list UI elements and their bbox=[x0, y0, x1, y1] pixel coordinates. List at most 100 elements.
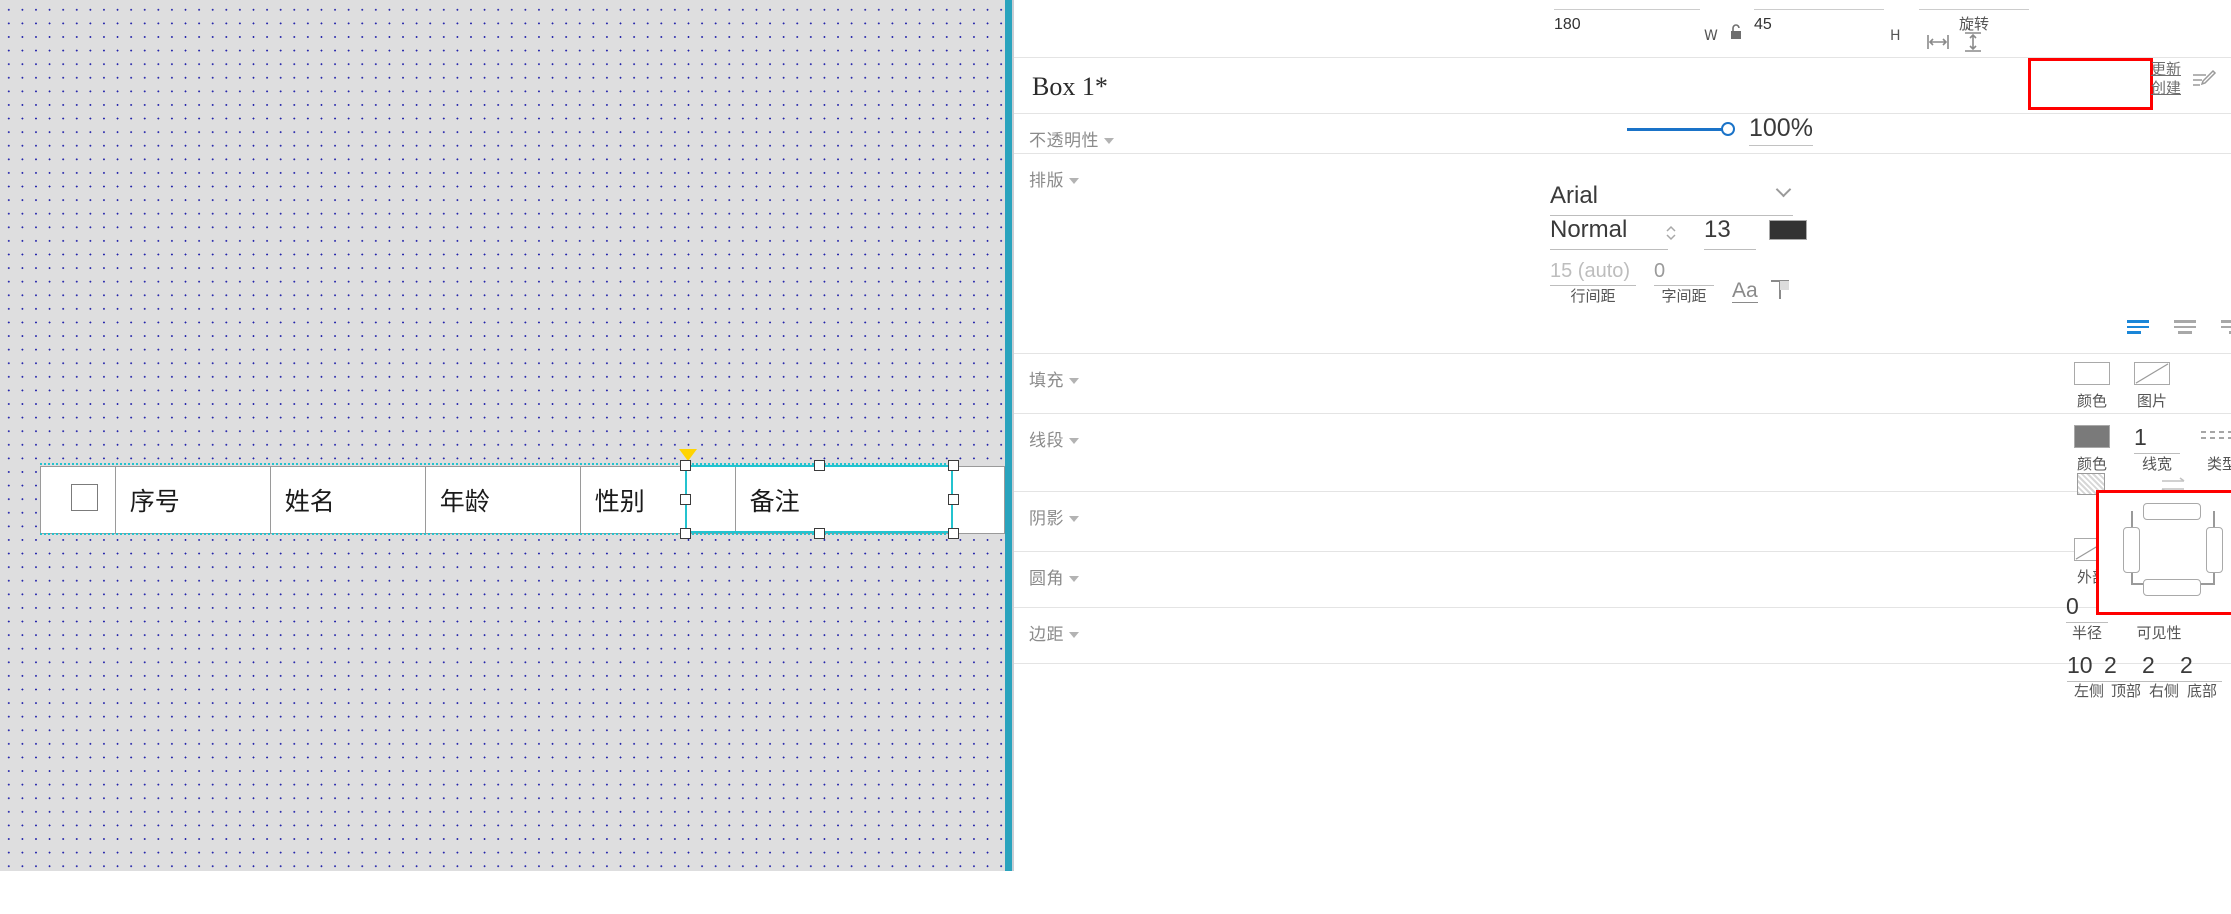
border-toggle-bottom[interactable] bbox=[2143, 579, 2201, 596]
size-row: 180 W 45 H 旋转 bbox=[1014, 0, 2231, 58]
resize-handle-n[interactable] bbox=[814, 460, 825, 471]
chevron-down-icon[interactable] bbox=[1069, 438, 1079, 444]
text-decoration-icon[interactable] bbox=[1769, 278, 1791, 307]
dashed-line-icon[interactable] bbox=[2200, 428, 2231, 449]
table-cell-remarks[interactable]: 备注 bbox=[735, 467, 1004, 534]
table-cell-age[interactable]: 年龄 bbox=[425, 466, 581, 534]
table-cell-index[interactable]: 序号 bbox=[115, 466, 271, 534]
text-case-icon[interactable]: Aa bbox=[1732, 280, 1758, 303]
edit-pencil-icon[interactable] bbox=[2191, 68, 2217, 99]
opacity-value[interactable]: 100% bbox=[1749, 114, 1813, 146]
radius-row: 圆角 bbox=[1014, 552, 2231, 608]
table-cell-gender[interactable]: 性别 bbox=[580, 466, 736, 534]
font-weight-select[interactable]: Normal bbox=[1550, 216, 1668, 250]
chevron-down-icon[interactable] bbox=[1069, 378, 1079, 384]
resize-handle-ne[interactable] bbox=[948, 460, 959, 471]
title-row: Box 1* bbox=[1014, 58, 2231, 114]
panel-empty-space bbox=[1014, 664, 2231, 914]
line-section-label[interactable]: 线段 bbox=[1029, 426, 1079, 451]
width-unit-label: W bbox=[1704, 28, 1718, 44]
flip-horizontal-icon[interactable] bbox=[1926, 33, 1950, 56]
design-canvas[interactable]: 序号 姓名 年龄 性别 备注 bbox=[0, 0, 1005, 871]
data-table[interactable]: 序号 姓名 年龄 性别 备注 bbox=[40, 466, 1005, 534]
chevron-down-icon[interactable] bbox=[1069, 516, 1079, 522]
border-toggle-top[interactable] bbox=[2143, 503, 2201, 520]
line-spacing-label: 行间距 bbox=[1570, 287, 1616, 305]
resize-handle-s[interactable] bbox=[814, 528, 825, 539]
border-visibility-widget[interactable] bbox=[2113, 497, 2231, 609]
fill-label-text: 填充 bbox=[1029, 371, 1064, 391]
line-row: 线段 bbox=[1014, 414, 2231, 492]
padding-section-label[interactable]: 边距 bbox=[1029, 620, 1079, 645]
shadow-label-text: 阴影 bbox=[1029, 509, 1064, 529]
table-cell-checkbox[interactable] bbox=[40, 466, 116, 534]
border-toggle-right[interactable] bbox=[2206, 527, 2223, 573]
fill-color-swatch-icon[interactable] bbox=[2074, 362, 2110, 385]
line-spacing-input[interactable]: 15 (auto) bbox=[1550, 260, 1636, 286]
line-color-label: 颜色 bbox=[2076, 455, 2107, 473]
update-create-group[interactable]: 更新 创建 bbox=[2151, 60, 2181, 98]
create-label[interactable]: 创建 bbox=[2151, 79, 2181, 97]
letter-spacing-input[interactable]: 0 bbox=[1654, 260, 1714, 286]
flip-vertical-icon[interactable] bbox=[1962, 31, 1984, 58]
line-label-text: 线段 bbox=[1029, 431, 1064, 451]
opacity-row: 不透明性 bbox=[1014, 114, 2231, 154]
line-color-swatch-icon[interactable] bbox=[2074, 425, 2110, 448]
resize-handle-nw[interactable] bbox=[680, 460, 691, 471]
border-visibility-popup[interactable] bbox=[2096, 490, 2231, 615]
font-size-input[interactable]: 13 bbox=[1704, 216, 1756, 250]
align-left-button[interactable] bbox=[2127, 320, 2149, 336]
app-root: 序号 姓名 年龄 性别 备注 180 W 45 H 旋转 Box 1* 更新 创… bbox=[0, 0, 2231, 871]
width-input[interactable]: 180 bbox=[1554, 16, 1700, 34]
typography-label-text: 排版 bbox=[1029, 171, 1064, 191]
radius-label-text: 圆角 bbox=[1029, 569, 1064, 589]
checkbox-icon[interactable] bbox=[71, 483, 99, 511]
line-width-input[interactable]: 1 bbox=[2134, 424, 2180, 454]
resize-handle-se[interactable] bbox=[948, 528, 959, 539]
table-widget[interactable]: 序号 姓名 年龄 性别 备注 bbox=[40, 466, 1005, 534]
font-weight-stepper[interactable] bbox=[1664, 222, 1678, 249]
width-field-topline bbox=[1554, 9, 1700, 10]
line-width-label: 线宽 bbox=[2141, 455, 2172, 473]
object-title[interactable]: Box 1* bbox=[1032, 72, 1108, 102]
panel-splitter[interactable] bbox=[1005, 0, 1012, 871]
radius-section-label[interactable]: 圆角 bbox=[1029, 564, 1079, 589]
unlock-icon[interactable] bbox=[1729, 23, 1745, 46]
chevron-down-icon[interactable] bbox=[1069, 632, 1079, 638]
fill-image-icon[interactable] bbox=[2134, 362, 2170, 385]
fill-image-label: 图片 bbox=[2136, 392, 2167, 410]
shadow-section-label[interactable]: 阴影 bbox=[1029, 504, 1079, 529]
font-family-value: Arial bbox=[1550, 182, 1599, 209]
opacity-section-label[interactable]: 不透明性 bbox=[1029, 126, 1114, 151]
fill-color-label: 颜色 bbox=[2076, 392, 2107, 410]
chevron-down-icon[interactable] bbox=[1069, 576, 1079, 582]
chevron-down-icon[interactable] bbox=[1069, 178, 1079, 184]
border-toggle-left[interactable] bbox=[2123, 527, 2140, 573]
height-unit-label: H bbox=[1890, 28, 1901, 44]
opacity-slider-knob[interactable] bbox=[1721, 122, 1735, 136]
padding-row: 边距 bbox=[1014, 608, 2231, 664]
chevron-down-icon[interactable] bbox=[1104, 138, 1114, 144]
align-center-button[interactable] bbox=[2174, 320, 2196, 336]
font-weight-value: Normal bbox=[1550, 216, 1628, 243]
opacity-slider-track[interactable] bbox=[1627, 128, 1725, 131]
line-type-label: 类型 bbox=[2206, 455, 2231, 473]
typography-section-label[interactable]: 排版 bbox=[1029, 166, 1079, 191]
fill-section-label[interactable]: 填充 bbox=[1029, 366, 1079, 391]
align-right-button[interactable] bbox=[2221, 320, 2231, 336]
padding-label-text: 边距 bbox=[1029, 625, 1064, 645]
letter-spacing-label: 字间距 bbox=[1661, 287, 1707, 305]
opacity-label-text: 不透明性 bbox=[1029, 131, 1099, 151]
table-cell-name[interactable]: 姓名 bbox=[270, 466, 426, 534]
rotate-group-topline bbox=[1919, 9, 2029, 10]
chevron-down-icon[interactable] bbox=[1775, 181, 1792, 198]
update-label[interactable]: 更新 bbox=[2151, 60, 2181, 78]
height-field-topline bbox=[1754, 9, 1884, 10]
font-color-swatch[interactable] bbox=[1769, 220, 1807, 240]
resize-handle-e[interactable] bbox=[948, 494, 959, 505]
resize-handle-w[interactable] bbox=[680, 494, 691, 505]
height-input[interactable]: 45 bbox=[1754, 16, 1884, 34]
resize-handle-sw[interactable] bbox=[680, 528, 691, 539]
table-header-row[interactable]: 序号 姓名 年龄 性别 备注 bbox=[40, 466, 1005, 534]
font-family-select[interactable]: Arial bbox=[1550, 181, 1793, 216]
